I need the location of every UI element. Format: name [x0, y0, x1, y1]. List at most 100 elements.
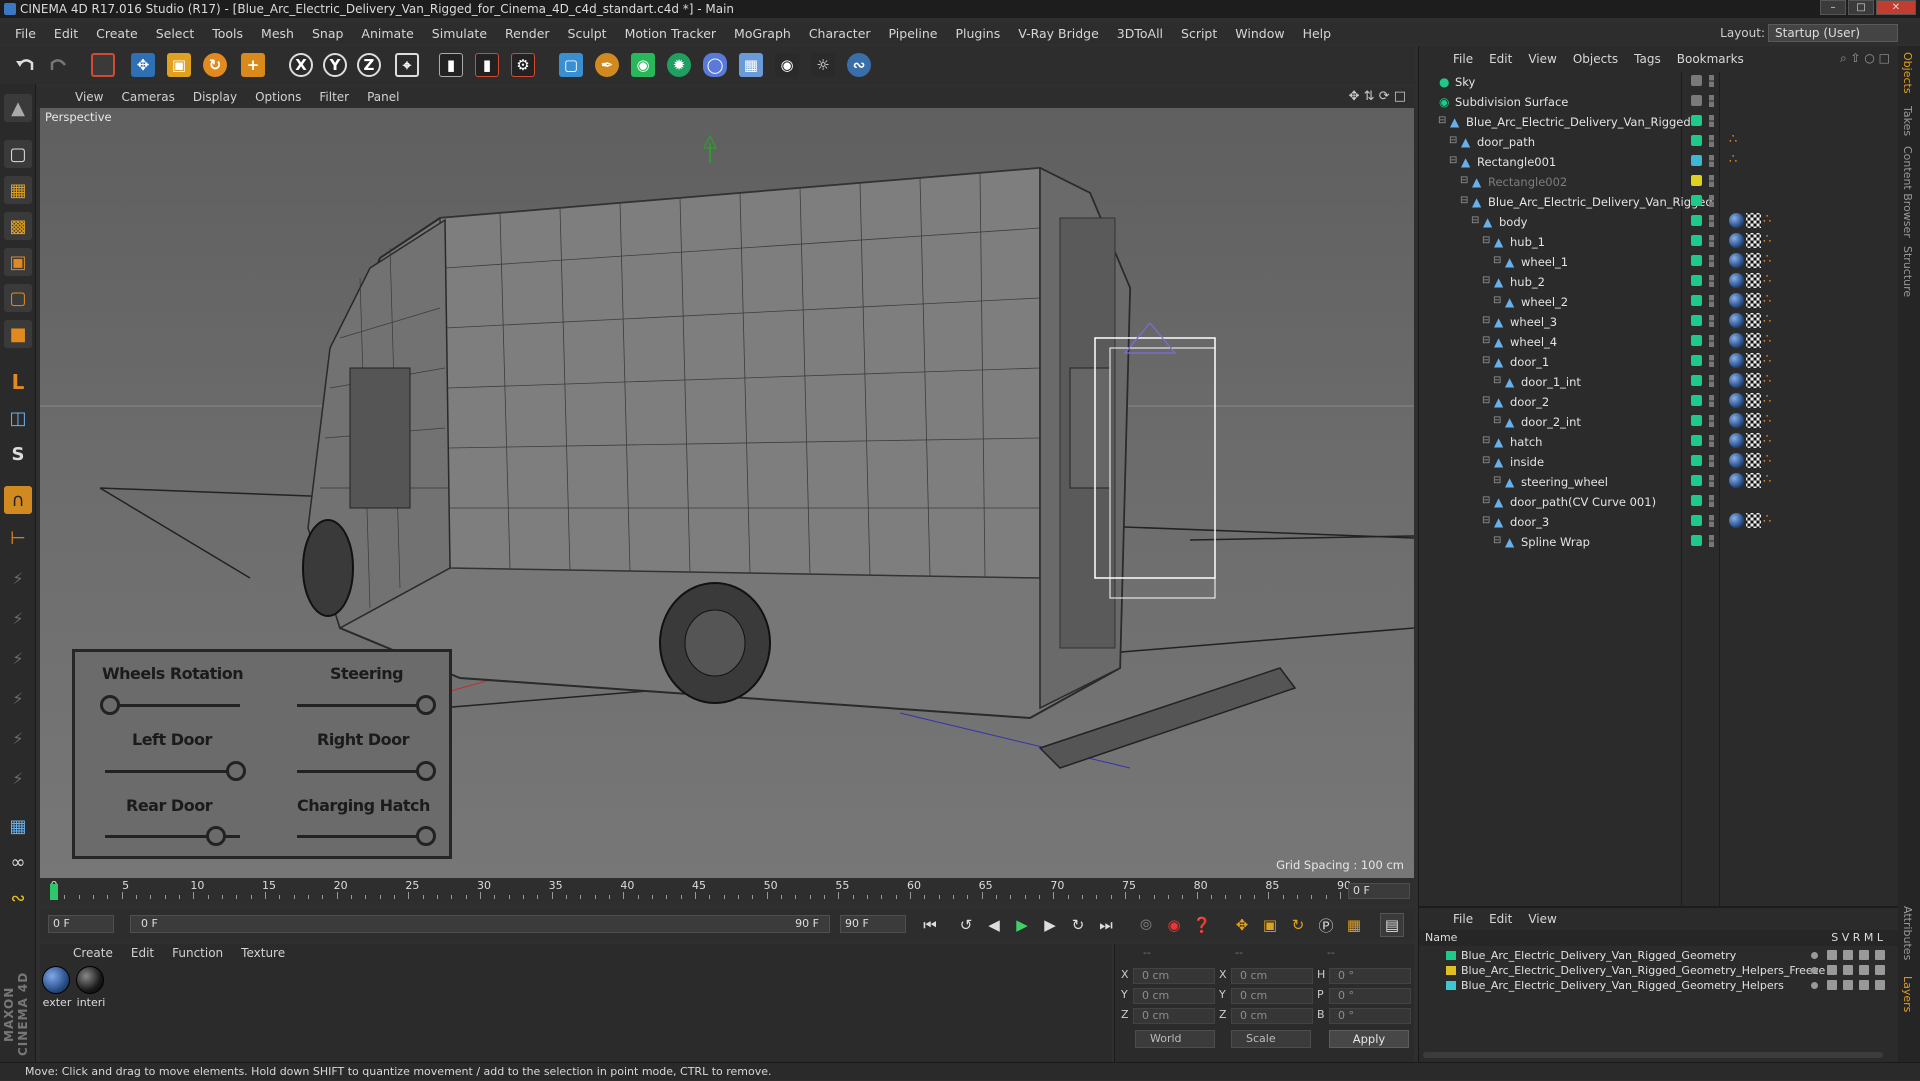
object-row[interactable]: ⊟ ▲ Rectangle002	[1419, 172, 1899, 192]
xpresso-tag-icon[interactable]: ∴	[1729, 153, 1741, 168]
layer-color-indicator[interactable]	[1691, 215, 1702, 226]
current-frame-field[interactable]: 0 F	[1348, 883, 1410, 899]
layer-solo-icon[interactable]	[1811, 967, 1818, 974]
layer-manager-icon[interactable]	[1859, 965, 1869, 975]
material-tag-icon[interactable]	[1729, 433, 1744, 448]
objects-menu-view[interactable]: View	[1520, 52, 1564, 66]
timeline-ruler[interactable]: 051015202530354045505560657075808590 0 F	[40, 878, 1414, 904]
object-row[interactable]: ⊟ ▲ hub_1 ∴	[1419, 232, 1899, 252]
menu-render[interactable]: Render	[496, 26, 559, 41]
key-rotation-button[interactable]: ↻	[1286, 913, 1310, 937]
layer-color-indicator[interactable]	[1691, 295, 1702, 306]
scale-tool[interactable]: ▣	[164, 50, 194, 80]
visibility-dots[interactable]	[1709, 115, 1714, 127]
visibility-dots[interactable]	[1709, 415, 1714, 427]
objects-menu-objects[interactable]: Objects	[1565, 52, 1626, 66]
menu-pipeline[interactable]: Pipeline	[880, 26, 947, 41]
add-deformer-button[interactable]: ◯	[700, 50, 730, 80]
texture-tag-icon[interactable]	[1746, 293, 1761, 308]
tab-layers[interactable]: Layers	[1901, 976, 1914, 1012]
visibility-dots[interactable]	[1709, 335, 1714, 347]
material-tag-icon[interactable]	[1729, 453, 1744, 468]
menu-tools[interactable]: Tools	[203, 26, 252, 41]
object-row[interactable]: ⊟ ▲ door_2 ∴	[1419, 392, 1899, 412]
material-interi[interactable]: interi	[76, 966, 106, 1009]
texture-tag-icon[interactable]	[1746, 333, 1761, 348]
tab-content-browser[interactable]: Content Browser	[1901, 146, 1914, 238]
xpresso-tag-icon[interactable]: ∴	[1763, 453, 1775, 468]
visibility-dots[interactable]	[1709, 195, 1714, 207]
viewport-menu-view[interactable]: View	[66, 90, 112, 104]
texture-tag-icon[interactable]	[1746, 353, 1761, 368]
object-row[interactable]: ◉ Subdivision Surface	[1419, 92, 1899, 112]
objects-menu-bookmarks[interactable]: Bookmarks	[1669, 52, 1752, 66]
layer-color-indicator[interactable]	[1691, 315, 1702, 326]
maximize-button[interactable]: □	[1848, 0, 1874, 15]
menu-simulate[interactable]: Simulate	[423, 26, 496, 41]
menu-edit[interactable]: Edit	[45, 26, 87, 41]
visibility-dots[interactable]	[1709, 495, 1714, 507]
menu-plugins[interactable]: Plugins	[946, 26, 1009, 41]
frame-ruler[interactable]: 051015202530354045505560657075808590	[50, 878, 1351, 904]
visibility-dots[interactable]	[1709, 395, 1714, 407]
planar-workplane-button[interactable]: ⚡	[4, 604, 32, 632]
material-tag-icon[interactable]	[1729, 213, 1744, 228]
texture-tag-icon[interactable]	[1746, 473, 1761, 488]
material-tag-icon[interactable]	[1729, 393, 1744, 408]
texture-tag-icon[interactable]	[1746, 233, 1761, 248]
layer-row[interactable]: Blue_Arc_Electric_Delivery_Van_Rigged_Ge…	[1419, 963, 1899, 978]
tab-structure[interactable]: Structure	[1901, 246, 1914, 297]
visibility-dots[interactable]	[1709, 255, 1714, 267]
visibility-dots[interactable]	[1709, 475, 1714, 487]
object-row[interactable]: ⊟ ▲ door_path ∴	[1419, 132, 1899, 152]
x-axis-lock[interactable]: X	[286, 50, 316, 80]
add-camera-button[interactable]: ◉	[772, 50, 802, 80]
left-door-knob[interactable]	[226, 761, 246, 781]
xpresso-tag-icon[interactable]: ∴	[1763, 513, 1775, 528]
texture-mode-button[interactable]: ▦	[4, 176, 32, 204]
object-row[interactable]: ⊟ ▲ door_path(CV Curve 001)	[1419, 492, 1899, 512]
visibility-dots[interactable]	[1709, 155, 1714, 167]
previous-frame-button[interactable]: ◀	[982, 913, 1006, 937]
visibility-dots[interactable]	[1709, 375, 1714, 387]
coordinate-system-button[interactable]: ⌖	[392, 50, 422, 80]
menu-character[interactable]: Character	[800, 26, 880, 41]
layer-visible-icon[interactable]	[1827, 980, 1837, 990]
visibility-dots[interactable]	[1709, 175, 1714, 187]
xpresso-tag-icon[interactable]: ∴	[1763, 333, 1775, 348]
menu-sculpt[interactable]: Sculpt	[559, 26, 616, 41]
polygon-mode-button[interactable]: ■	[4, 320, 32, 348]
layer-lock-icon[interactable]	[1875, 965, 1885, 975]
object-row[interactable]: ⊟ ▲ inside ∴	[1419, 452, 1899, 472]
layer-color-indicator[interactable]	[1691, 535, 1702, 546]
wheels-rotation-knob[interactable]	[100, 695, 120, 715]
axis-mode-button[interactable]: L	[4, 368, 32, 396]
keyframe-selection-button[interactable]: ❓	[1190, 913, 1214, 937]
material-tag-icon[interactable]	[1729, 293, 1744, 308]
coordinate-system-dropdown[interactable]: World	[1135, 1030, 1215, 1048]
workplane-z-button[interactable]: ⚡	[4, 764, 32, 792]
layer-render-icon[interactable]	[1843, 965, 1853, 975]
visibility-dots[interactable]	[1709, 95, 1714, 107]
transform-tool[interactable]: +	[238, 50, 268, 80]
object-row[interactable]: ⊟ ▲ Spline Wrap	[1419, 532, 1899, 552]
object-row[interactable]: ● Sky	[1419, 72, 1899, 92]
record-button[interactable]: ⦾	[1134, 913, 1158, 937]
layer-row[interactable]: Blue_Arc_Electric_Delivery_Van_Rigged_Ge…	[1419, 948, 1899, 963]
layer-color-indicator[interactable]	[1691, 95, 1702, 106]
texture-tag-icon[interactable]	[1746, 513, 1761, 528]
menu-3dtoall[interactable]: 3DToAll	[1108, 26, 1172, 41]
xpresso-tag-icon[interactable]: ∴	[1763, 253, 1775, 268]
material-tag-icon[interactable]	[1729, 413, 1744, 428]
menu-snap[interactable]: Snap	[303, 26, 352, 41]
perspective-viewport[interactable]: Perspective Grid Spacing : 100 cm Wheels…	[40, 108, 1414, 878]
layout-dropdown[interactable]: Startup (User)	[1768, 24, 1898, 42]
workplane-axis-button[interactable]: ⊢	[4, 524, 32, 552]
menu-window[interactable]: Window	[1226, 26, 1293, 41]
object-row[interactable]: ⊟ ▲ door_1 ∴	[1419, 352, 1899, 372]
model-mode-button[interactable]: ▢	[4, 140, 32, 168]
layer-color-indicator[interactable]	[1691, 355, 1702, 366]
xpresso-tag-icon[interactable]: ∴	[1763, 473, 1775, 488]
layer-color-indicator[interactable]	[1691, 435, 1702, 446]
edge-mode-button[interactable]: ▢	[4, 284, 32, 312]
